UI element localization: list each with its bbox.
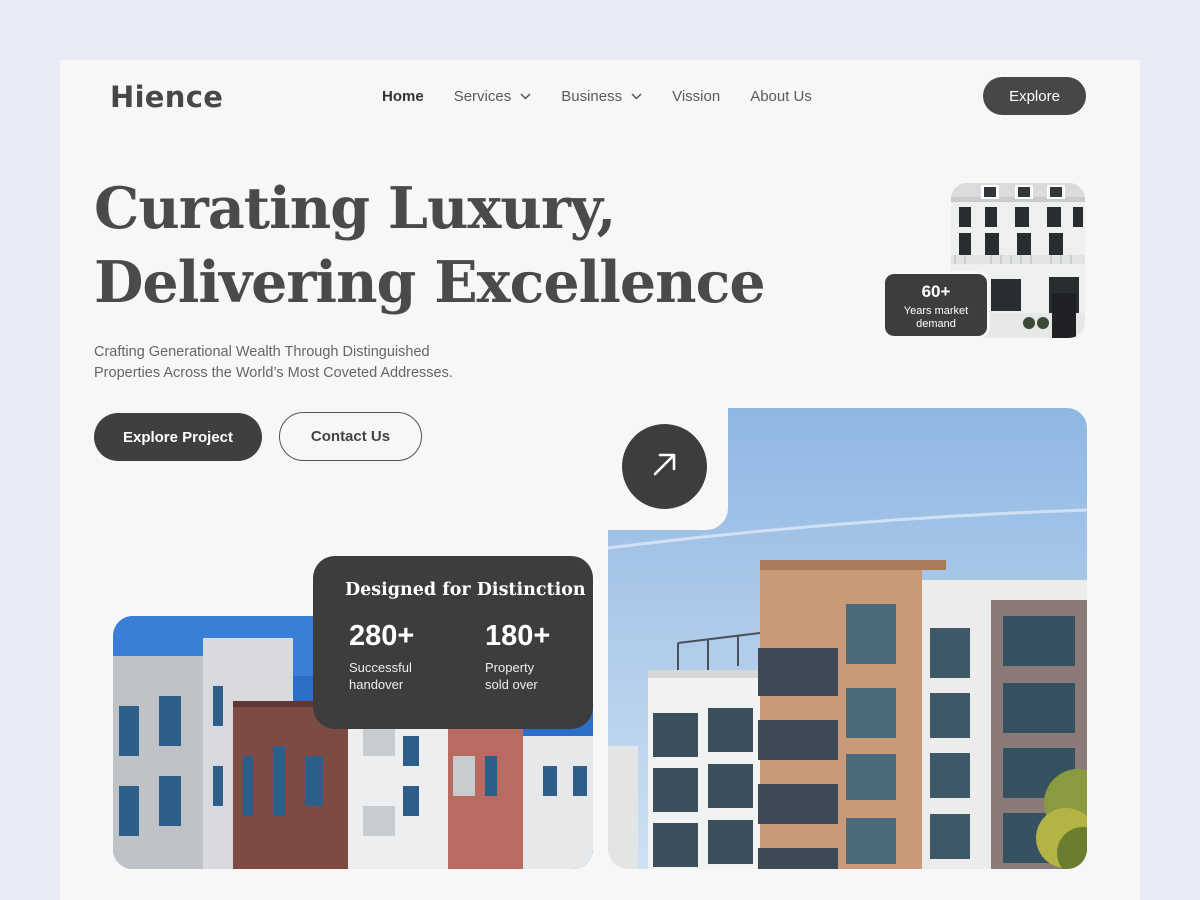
stat-label-line: handover: [349, 677, 404, 692]
explore-project-button[interactable]: Explore Project: [94, 413, 262, 461]
hero-subtitle-line: Properties Across the World’s Most Covet…: [94, 365, 453, 381]
nav-item-label: About Us: [750, 88, 812, 105]
nav-item-label: Vission: [672, 88, 721, 105]
badge-value: 60+: [921, 282, 951, 301]
hero-title-line: Delivering Excellence: [94, 249, 766, 316]
stat-label-line: Property: [485, 660, 535, 675]
hero-subtitle-line: Crafting Generational Wealth Through Dis…: [94, 344, 430, 360]
hero-title-line: Curating Luxury,: [94, 175, 616, 242]
distinction-card: Designed for Distinction 280+ Successful…: [313, 556, 593, 729]
arrow-up-right-icon: [650, 449, 680, 484]
nav-item-about-us[interactable]: About Us: [750, 88, 812, 105]
chevron-down-icon: [520, 93, 531, 100]
nav-item-label: Home: [382, 88, 424, 105]
nav-item-business[interactable]: Business: [561, 88, 642, 105]
explore-button[interactable]: Explore: [983, 77, 1086, 115]
arrow-up-right-button[interactable]: [622, 424, 707, 509]
stat-value: 280+: [349, 620, 415, 652]
hero-subtitle: Crafting Generational Wealth Through Dis…: [94, 342, 474, 384]
years-market-badge: 60+ Years market demand: [882, 271, 990, 339]
stat-value: 180+: [485, 620, 551, 652]
page-frame: Hience Home Services Business Vission Ab…: [60, 60, 1140, 900]
nav-item-label: Services: [453, 88, 512, 105]
badge-label-line: Years market: [903, 305, 969, 317]
chevron-down-icon: [631, 93, 642, 100]
brand-logo[interactable]: Hience: [110, 80, 223, 114]
stat-property-sold: 180+ Property sold over: [485, 620, 550, 693]
stat-label-line: Successful: [349, 660, 412, 675]
nav-item-home[interactable]: Home: [382, 88, 424, 105]
nav-item-services[interactable]: Services: [454, 88, 532, 105]
contact-us-button[interactable]: Contact Us: [279, 412, 422, 461]
hero-title: Curating Luxury, Delivering Excellence: [94, 172, 766, 320]
stat-successful-handover: 280+ Successful handover: [349, 620, 414, 693]
nav-item-label: Business: [561, 88, 623, 105]
main-nav: Home Services Business Vission About Us: [382, 88, 842, 105]
badge-label-line: demand: [916, 318, 956, 330]
stat-label-line: sold over: [485, 677, 538, 692]
distinction-title: Designed for Distinction: [345, 580, 586, 600]
nav-item-vission[interactable]: Vission: [672, 88, 720, 105]
